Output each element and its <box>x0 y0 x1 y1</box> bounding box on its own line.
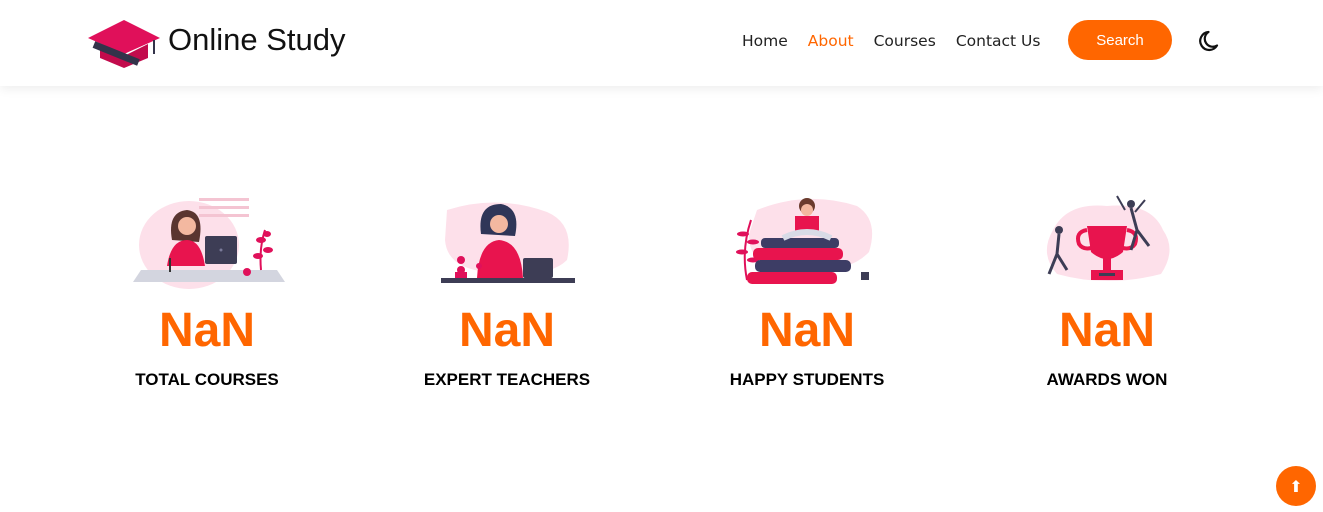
nav-courses[interactable]: Courses <box>874 32 936 50</box>
main-nav: Home About Courses Contact Us <box>742 32 1060 50</box>
online-learning-illustration <box>133 198 285 289</box>
graduation-cap-icon[interactable] <box>86 14 162 70</box>
stat-happy-students: NaN HAPPY STUDENTS <box>657 190 957 390</box>
stat-label: EXPERT TEACHERS <box>423 370 591 389</box>
navbar: Online Study Home About Courses Contact … <box>0 0 1323 86</box>
stat-label: HAPPY STUDENTS <box>729 370 885 389</box>
brand-name[interactable]: Online Study <box>168 22 346 58</box>
stat-value: NaN <box>158 304 256 357</box>
student-reading-illustration <box>736 198 873 284</box>
arrow-up-icon: ⬆ <box>1289 476 1303 496</box>
nav-contact-us[interactable]: Contact Us <box>956 32 1041 50</box>
stat-value: NaN <box>758 304 856 357</box>
nav-home[interactable]: Home <box>742 32 788 50</box>
stat-total-courses: NaN TOTAL COURSES <box>57 190 357 390</box>
scroll-to-top-button[interactable]: ⬆ <box>1276 466 1316 506</box>
moon-icon[interactable] <box>1198 28 1224 54</box>
stat-value: NaN <box>1058 304 1156 357</box>
stat-label: TOTAL COURSES <box>135 370 279 389</box>
trophy-illustration <box>1046 195 1170 281</box>
stat-expert-teachers: NaN EXPERT TEACHERS <box>357 190 657 390</box>
teacher-illustration <box>441 202 575 283</box>
stat-value: NaN <box>458 304 556 357</box>
search-button[interactable]: Search <box>1068 20 1172 60</box>
nav-about[interactable]: About <box>808 32 854 50</box>
stat-awards-won: NaN AWARDS WON <box>957 190 1257 390</box>
stat-label: AWARDS WON <box>1046 370 1168 389</box>
